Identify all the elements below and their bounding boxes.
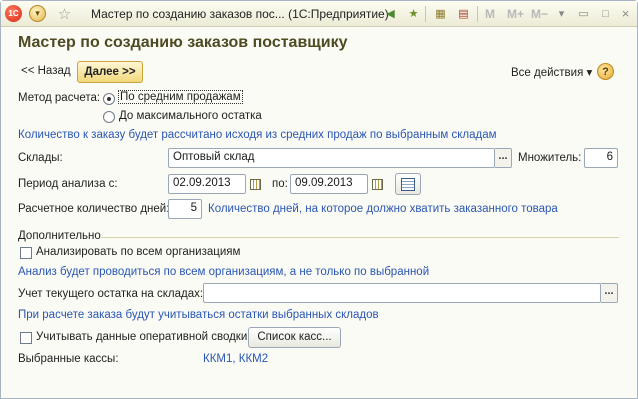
title-bar: 1С ▾ ☆ Мастер по созданию заказов пос...…: [1, 1, 637, 27]
calendar-icon[interactable]: [246, 175, 264, 193]
warehouses-label: Склады:: [18, 152, 63, 164]
form-title: Мастер по созданию заказов поставщику: [18, 34, 348, 51]
analyze-all-checkbox[interactable]: [20, 247, 32, 259]
back-arrow-icon[interactable]: ◀: [382, 5, 399, 22]
maximize-icon[interactable]: □: [597, 5, 614, 22]
memory-m-button[interactable]: M: [485, 7, 495, 21]
memory-minus-button[interactable]: M−: [531, 7, 548, 21]
chevron-down-icon[interactable]: ▾: [553, 5, 570, 22]
period-to-label: по:: [272, 178, 288, 190]
period-from-field[interactable]: 02.09.2013: [168, 174, 246, 194]
main-menu-icon[interactable]: ▾: [29, 5, 46, 22]
close-icon[interactable]: ×: [617, 5, 634, 22]
stock-hint: При расчете заказа будут учитываться ост…: [18, 309, 379, 321]
stock-select-button[interactable]: ...: [601, 283, 618, 303]
stock-label: Учет текущего остатка на складах:: [18, 288, 204, 300]
method-label: Метод расчета:: [18, 92, 101, 104]
analyze-all-label[interactable]: Анализировать по всем организациям: [36, 246, 240, 258]
days-field[interactable]: 5: [168, 199, 202, 219]
group-divider: [101, 237, 619, 238]
stock-field[interactable]: [203, 283, 601, 303]
operative-checkbox[interactable]: [20, 332, 32, 344]
next-button[interactable]: Далее >>: [77, 61, 143, 83]
period-label: Период анализа с:: [18, 178, 118, 190]
multiplier-label: Множитель:: [518, 152, 582, 164]
calculator-icon[interactable]: ▦: [432, 5, 449, 22]
calendar-app-icon[interactable]: ▤: [455, 5, 472, 22]
toolbar-separator: [477, 6, 478, 22]
window-title: Мастер по созданию заказов пос... (1С:Пр…: [91, 7, 389, 21]
days-label: Расчетное количество дней:: [18, 203, 170, 215]
method-option-average[interactable]: По средним продажам: [118, 90, 243, 104]
method-option-max[interactable]: До максимального остатка: [119, 110, 262, 122]
back-button[interactable]: << Назад: [21, 65, 71, 77]
selected-cash-label: Выбранные кассы:: [18, 353, 119, 365]
command-bar: << Назад Далее >> Все действия ▾ ?: [18, 61, 618, 83]
selected-cash-link[interactable]: ККМ1, ККМ2: [203, 353, 268, 365]
cash-list-button[interactable]: Список касс...: [248, 327, 341, 348]
minimize-icon[interactable]: ▭: [575, 5, 592, 22]
toolbar-separator: [425, 6, 426, 22]
warehouses-select-button[interactable]: ...: [495, 148, 512, 168]
help-icon[interactable]: ?: [597, 63, 614, 80]
wizard-window: 1С ▾ ☆ Мастер по созданию заказов пос...…: [0, 0, 638, 399]
days-hint: Количество дней, на которое должно хвати…: [208, 203, 558, 215]
analyze-all-hint: Анализ будет проводиться по всем организ…: [18, 266, 430, 278]
method-hint: Количество к заказу будет рассчитано исх…: [18, 129, 497, 141]
method-radio-max[interactable]: [103, 111, 115, 123]
favorites-icon[interactable]: ★: [405, 5, 422, 22]
warehouses-field[interactable]: Оптовый склад: [168, 148, 495, 168]
period-select-icon[interactable]: [395, 173, 421, 195]
1c-logo-icon[interactable]: 1С: [5, 5, 22, 22]
all-actions-menu[interactable]: Все действия ▾: [511, 65, 592, 79]
calendar-icon[interactable]: [368, 175, 386, 193]
extra-group-label: Дополнительно: [18, 230, 101, 242]
operative-label[interactable]: Учитывать данные оперативной сводки: [36, 331, 247, 343]
method-radio-average[interactable]: [103, 93, 115, 105]
star-icon[interactable]: ☆: [56, 5, 73, 23]
multiplier-field[interactable]: 6: [584, 148, 618, 168]
period-to-field[interactable]: 09.09.2013: [290, 174, 368, 194]
memory-plus-button[interactable]: M+: [507, 7, 524, 21]
